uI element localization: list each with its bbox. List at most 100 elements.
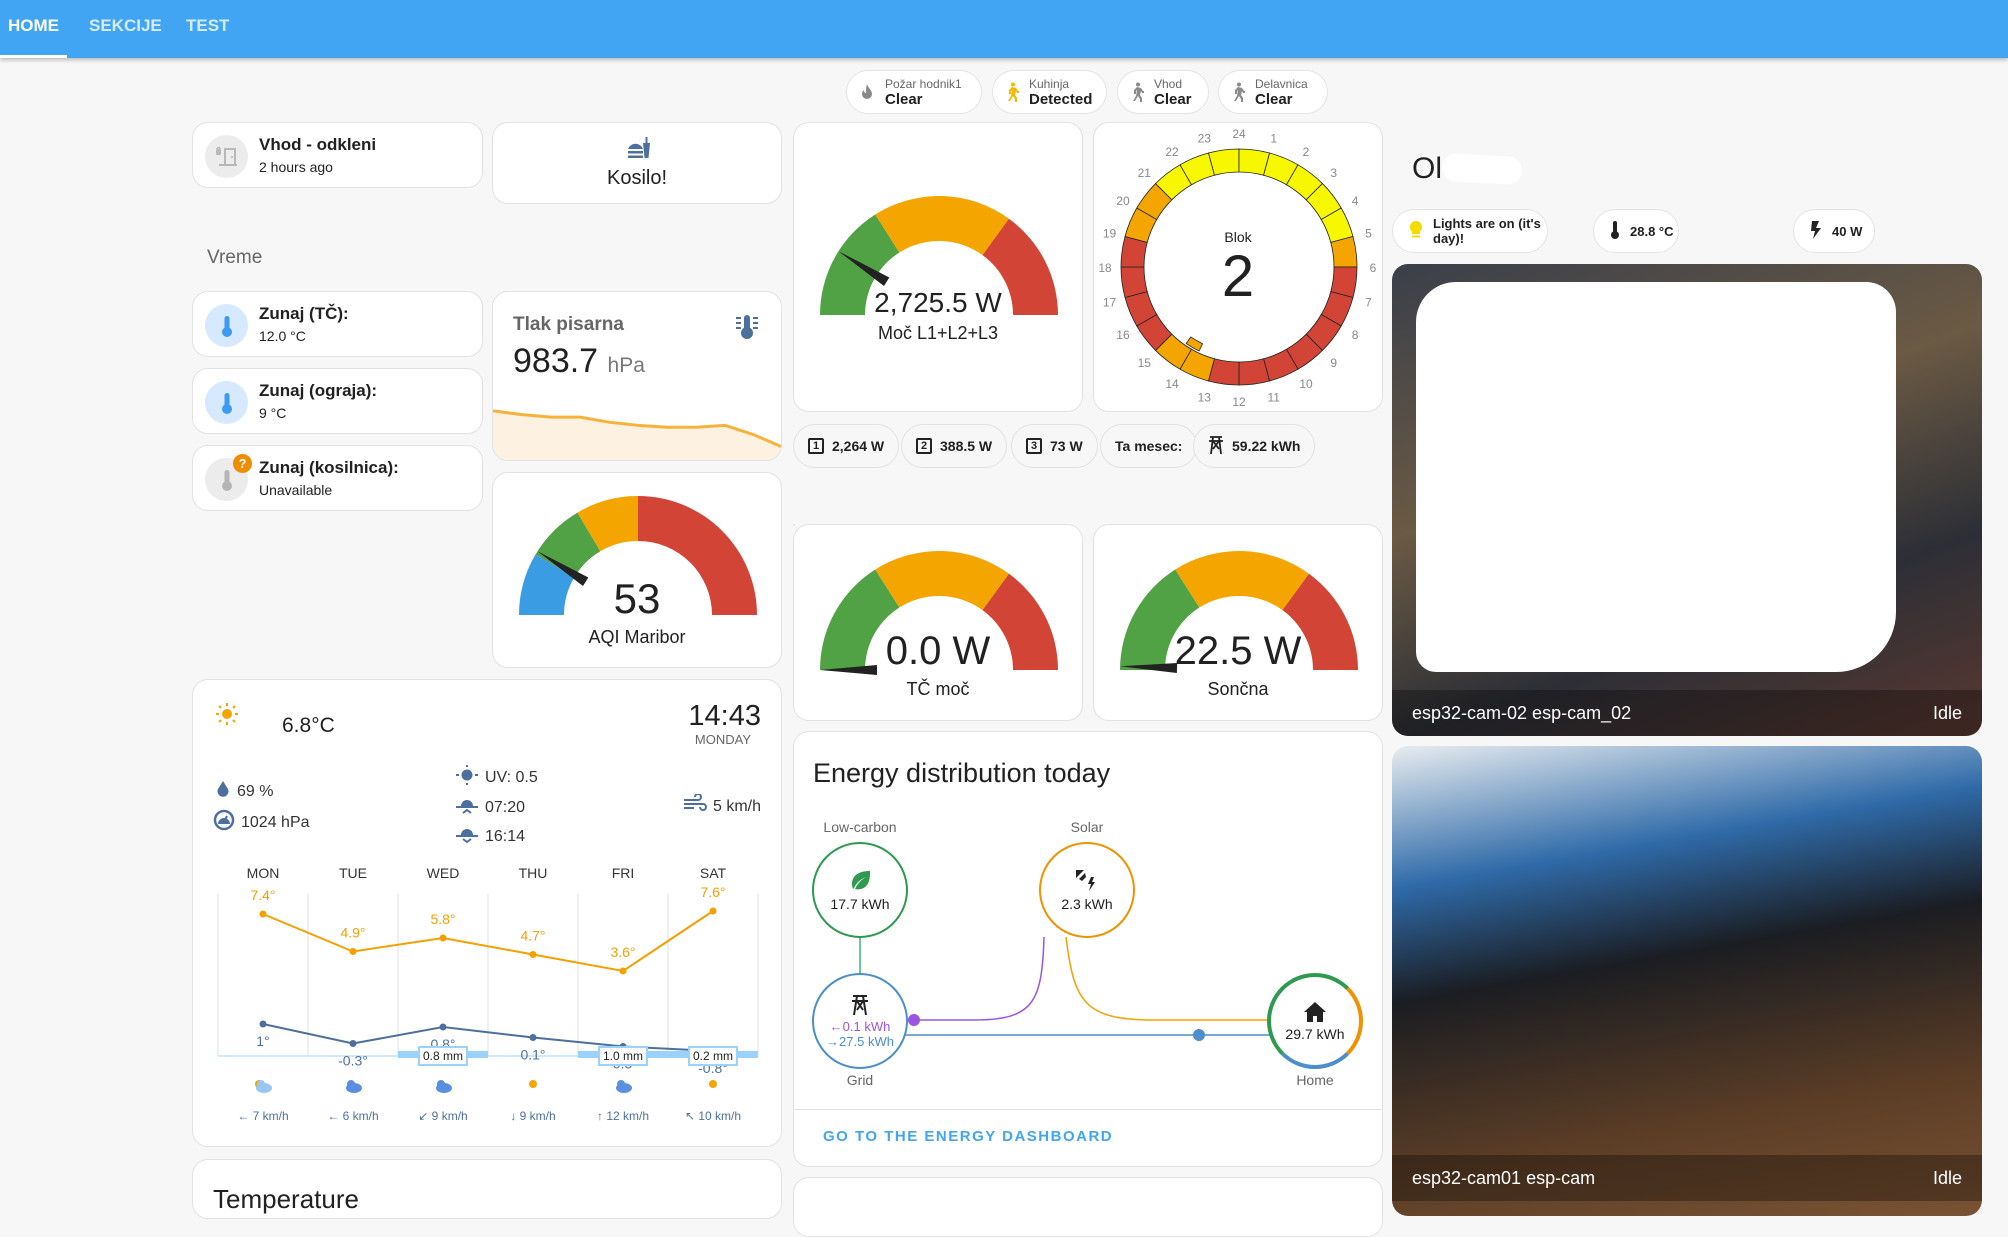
hour-label: 8 (1352, 328, 1359, 342)
high-temp-label: 4.7° (520, 928, 545, 944)
hour-label: 9 (1330, 356, 1337, 370)
tab-sekcije[interactable]: SEKCIJE (89, 0, 162, 58)
pressure-sensor-card[interactable]: Tlak pisarna 983.7 hPa (492, 291, 782, 461)
power-gauge-card[interactable]: 2,725.5 W Moč L1+L2+L3 (793, 122, 1083, 412)
top-app-bar: HOME SEKCIJE TEST (0, 0, 2008, 58)
hour-label: 2 (1303, 145, 1310, 159)
weather-forecast-card[interactable]: 6.8°C 14:43 MONDAY 69 % 1024 hPa UV: 0.5… (192, 679, 782, 1147)
tab-home[interactable]: HOME (0, 0, 67, 58)
temp-entity-card-tc[interactable]: Zunaj (TČ): 12.0 °C (192, 291, 483, 357)
precip-label: 1.0 mm (603, 1049, 643, 1063)
numeric-2-box-icon: 2 (916, 438, 932, 454)
aqi-gauge-card[interactable]: 53 AQI Maribor (492, 472, 782, 668)
high-temp-label: 4.9° (340, 925, 365, 941)
cloudy-snow-icon (436, 1080, 452, 1093)
low-carbon-label: Low-carbon (823, 819, 897, 835)
sunset: 16:14 (455, 823, 525, 850)
low-carbon-node[interactable]: 17.7 kWh (812, 842, 908, 938)
lock-last-changed: 2 hours ago (259, 159, 333, 175)
solar-gauge-card[interactable]: 22.5 W Sončna (1093, 524, 1383, 721)
transmission-tower-icon (851, 994, 869, 1019)
room-power-chip[interactable]: 40 W (1793, 209, 1875, 253)
high-temp-label: 7.4° (250, 887, 275, 903)
cloudy-snow-icon (346, 1080, 362, 1093)
lock-name: Vhod - odkleni (259, 135, 377, 154)
forecast-day-label: SAT (700, 865, 727, 881)
lights-status-chip[interactable]: Lights are on (it's day)! (1392, 209, 1548, 253)
sun-icon (455, 765, 479, 790)
forecast-wind: ↑ 12 km/h (597, 1109, 649, 1123)
grid-node[interactable]: ←0.1 kWh →27.5 kWh (812, 973, 908, 1069)
hour-label: 12 (1232, 395, 1246, 409)
low-temp-label: 1° (256, 1033, 269, 1049)
hour-block-12 (1238, 358, 1271, 386)
grid-export-dot (908, 1014, 920, 1026)
energy-dashboard-link[interactable]: GO TO THE ENERGY DASHBOARD (823, 1128, 1113, 1145)
chip-kuhinja[interactable]: Kuhinja Detected (992, 70, 1107, 114)
phase-1-chip[interactable]: 1 2,264 W (793, 424, 900, 468)
chip-vhod[interactable]: Vhod Clear (1117, 70, 1209, 114)
sunny-icon (709, 1080, 717, 1088)
chip-pozar-hodnik[interactable]: Požar hodnik1 Clear (846, 70, 982, 114)
phase-3-chip[interactable]: 3 73 W (1011, 424, 1098, 468)
camera-name: esp32-cam01 esp-cam (1412, 1167, 1596, 1188)
power-value: 2,725.5 W (874, 287, 1002, 318)
forecast-wind: ← 6 km/h (327, 1109, 378, 1123)
section-title-vreme: Vreme (207, 247, 263, 268)
humidity: 69 % (215, 780, 273, 803)
wind-speed: 5 km/h (683, 793, 761, 819)
redaction-mark (1441, 152, 1523, 186)
low-temp-point (349, 1040, 357, 1047)
temp-entity-card-ograja[interactable]: Zunaj (ograja): 9 °C (192, 368, 483, 434)
heatpump-gauge-card[interactable] (793, 524, 795, 526)
pressure: 1024 hPa (213, 809, 310, 836)
grid-import-value: →27.5 kWh (826, 1033, 894, 1049)
hour-label: 24 (1232, 127, 1246, 141)
tariff-block-card[interactable]: 24 1 2 3 4 5 6 7 8 9 10 11 12 13 14 15 16 17 18 19 20 21 22 23 … (1093, 122, 1383, 412)
chip-delavnica[interactable]: Delavnica Clear (1218, 70, 1328, 114)
high-temp-point (349, 948, 357, 955)
lock-entity-card[interactable]: Vhod - odkleni 2 hours ago (192, 122, 483, 188)
temp-entity-card-kosilnica[interactable]: ? Zunaj (kosilnica): Unavailable (192, 445, 483, 511)
low-temp-label: -0.3° (338, 1053, 368, 1069)
home-node[interactable]: 29.7 kWh (1267, 973, 1363, 1069)
solar-gauge-name: Sončna (1207, 679, 1269, 699)
forecast-wind: ↖ 10 km/h (685, 1109, 741, 1123)
camera-caption: esp32-cam-02 esp-cam_02 Idle (1392, 690, 1982, 736)
high-temp-label: 3.6° (610, 944, 635, 960)
tab-test[interactable]: TEST (186, 0, 229, 58)
phase-2-chip[interactable]: 2 388.5 W (901, 424, 1008, 468)
energy-distribution-card: Energy distribution today Low-carbon 17.… (793, 731, 1383, 1167)
heatpump-value: 0.0 W (885, 629, 991, 673)
forecast-wind: ← 7 km/h (237, 1109, 288, 1123)
sunny-icon (529, 1080, 537, 1088)
forecast-day-label: THU (519, 865, 548, 881)
solar-node[interactable]: 2.3 kWh (1039, 842, 1135, 938)
camera-name: esp32-cam-02 esp-cam_02 (1412, 702, 1632, 723)
thermometer-lines-icon (735, 314, 759, 345)
redaction-overlay (1416, 282, 1896, 672)
hour-label: 14 (1165, 377, 1179, 391)
camera-card-esp32-cam-02[interactable]: esp32-cam-02 esp-cam_02 Idle (1392, 264, 1982, 736)
kosilo-button-card[interactable]: Kosilo! (492, 122, 782, 204)
home-icon (1303, 1001, 1327, 1026)
rainy-icon (616, 1080, 632, 1093)
grid-label: Grid (846, 1072, 874, 1088)
pressure-value: 983.7 hPa (513, 342, 645, 380)
camera-caption: esp32-cam01 esp-cam Idle (1392, 1155, 1982, 1201)
forecast-day-label: WED (427, 865, 460, 881)
monthly-energy-chip[interactable]: 59.22 kWh (1193, 424, 1316, 468)
aqi-name: AQI Maribor (588, 627, 686, 647)
home-label: Home (1296, 1072, 1334, 1088)
walk-icon (1005, 82, 1019, 102)
sunrise: 07:20 (455, 794, 525, 821)
camera-card-esp32-cam01[interactable]: esp32-cam01 esp-cam Idle (1392, 746, 1982, 1216)
forecast-chart: MON TUE WED THU FRI SAT 7.4° 4.9° 5.8° 4.7° 3.6° 7.… (217, 865, 759, 1123)
this-month-label-chip[interactable]: Ta mesec: (1100, 424, 1198, 468)
room-temperature-chip[interactable]: 28.8 °C (1593, 209, 1679, 253)
heatpump-power-gauge-card[interactable]: 0.0 W TČ moč (793, 524, 1083, 721)
hour-label: 10 (1299, 377, 1313, 391)
temperature-card[interactable]: Temperature (192, 1159, 782, 1219)
numeric-3-box-icon: 3 (1026, 438, 1042, 454)
hour-label: 3 (1330, 166, 1337, 180)
